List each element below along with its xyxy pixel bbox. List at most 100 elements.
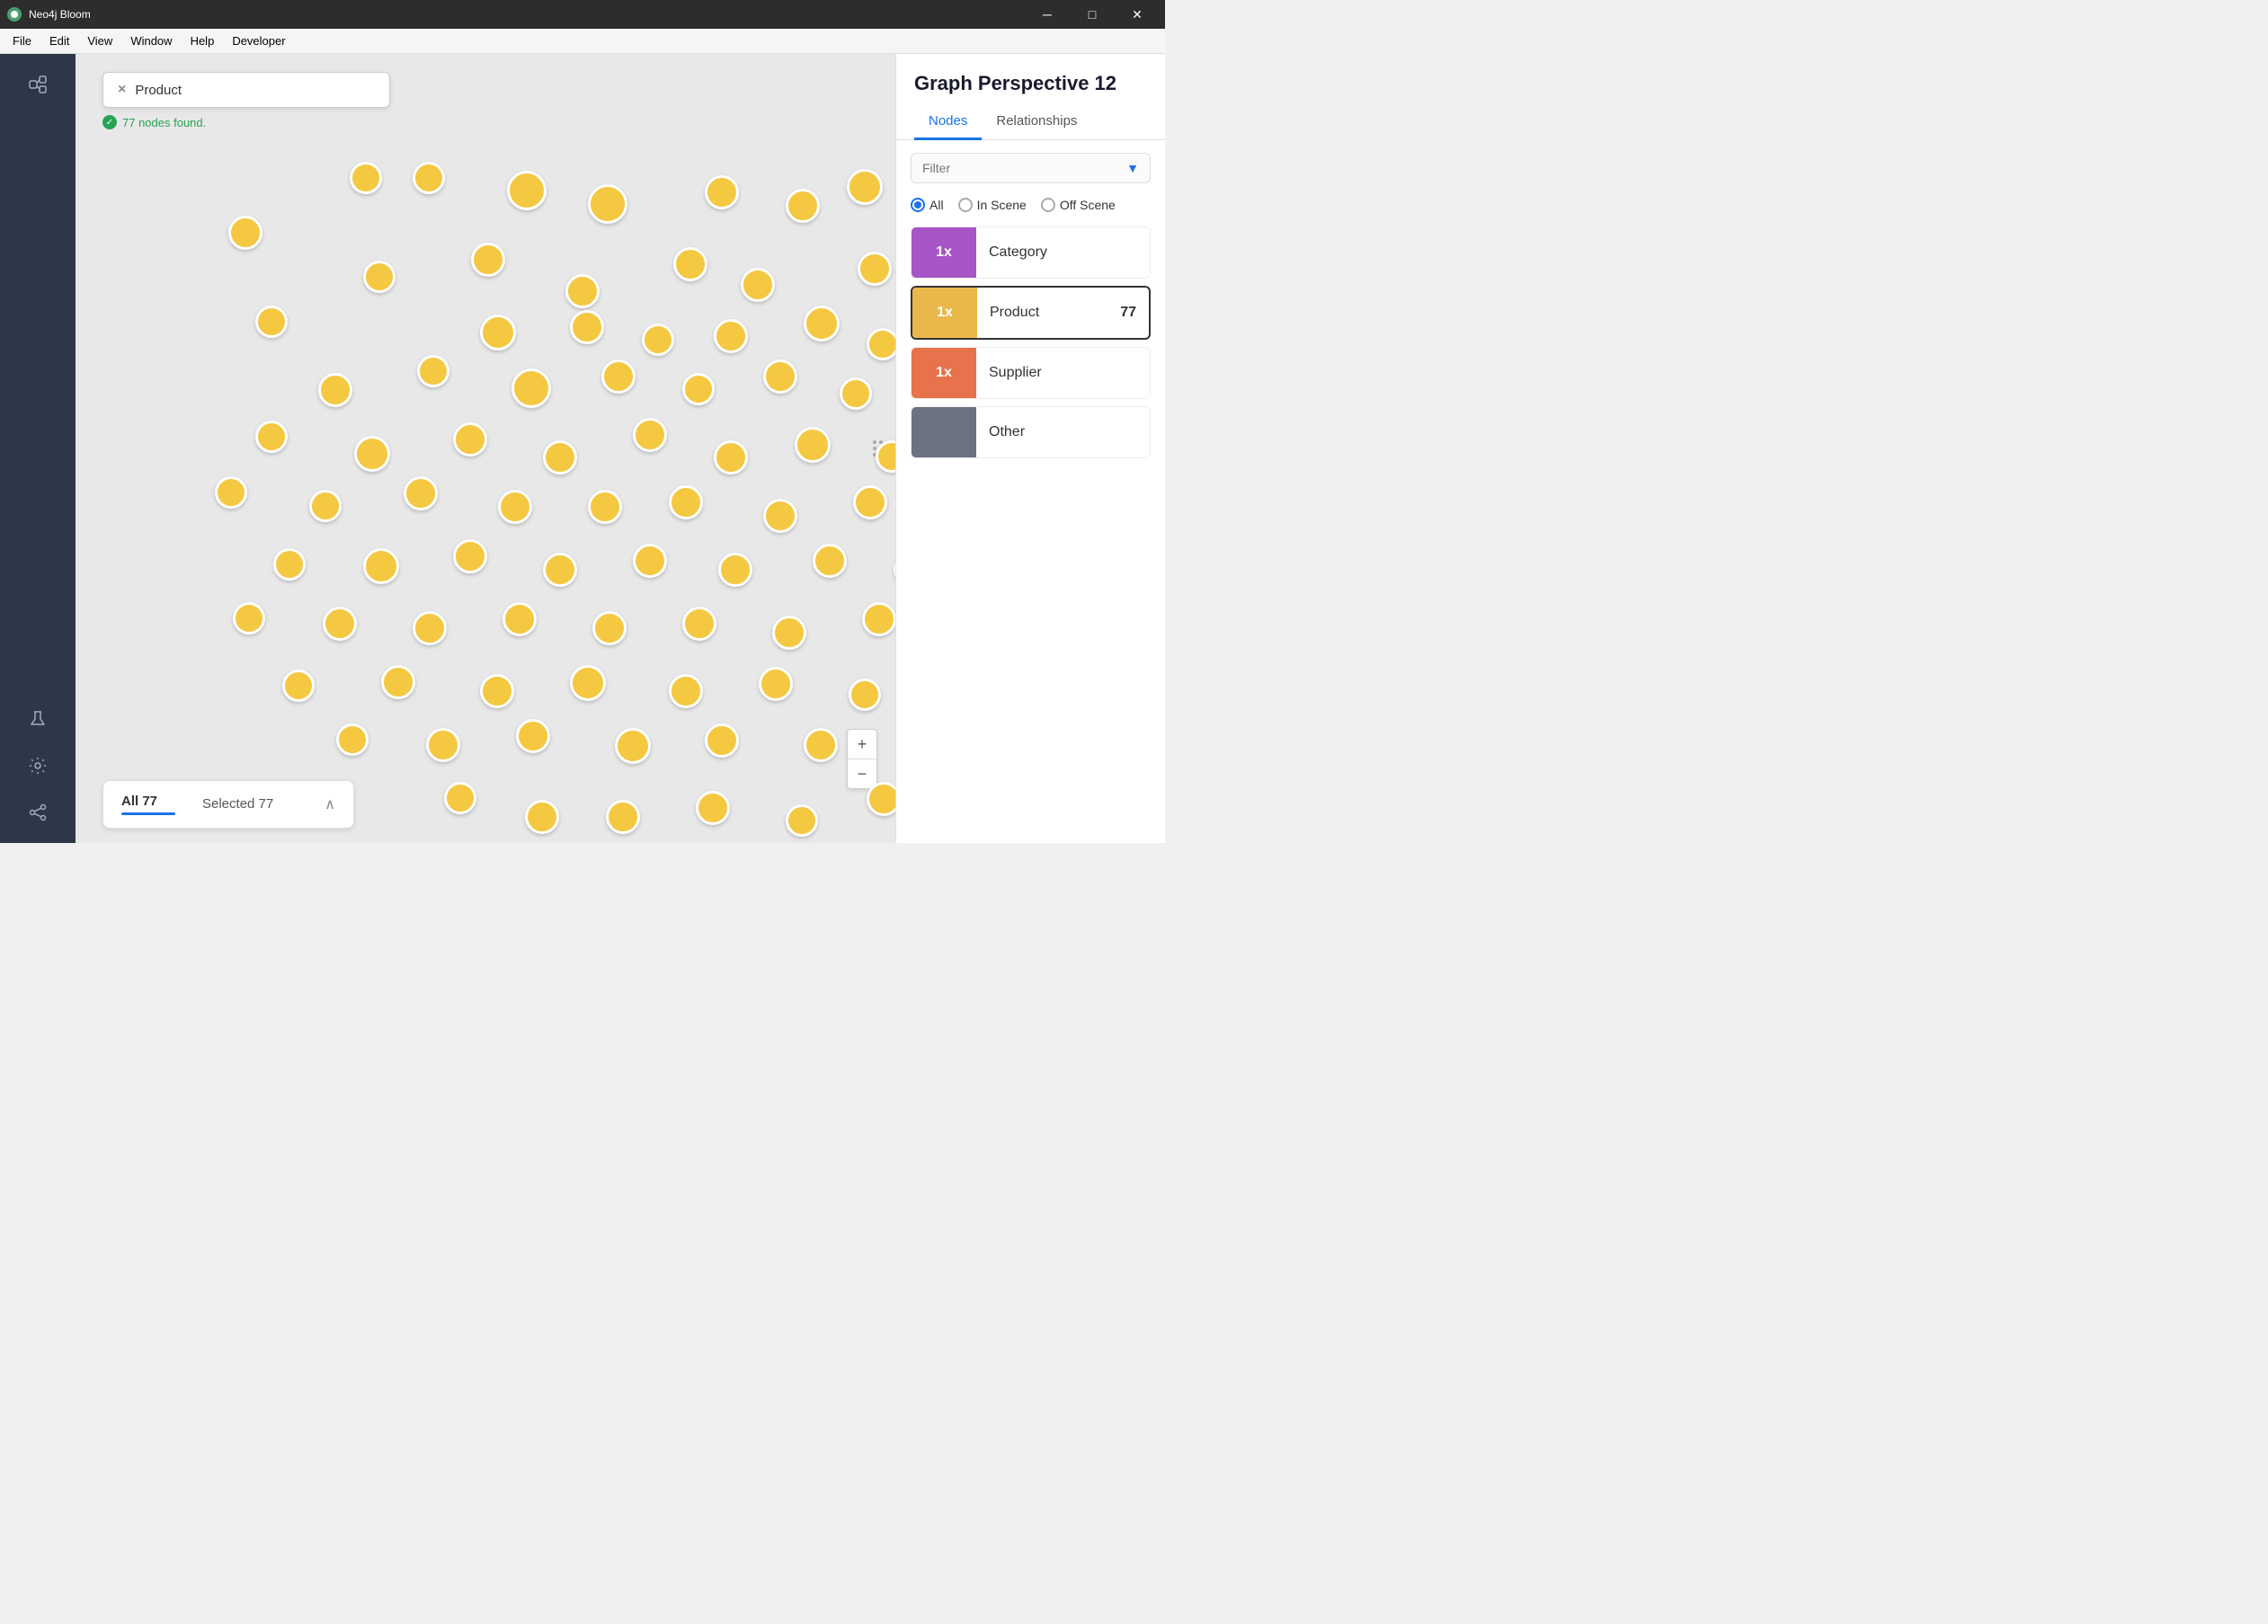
canvas-node[interactable]	[570, 665, 606, 701]
canvas-node[interactable]	[669, 485, 703, 519]
canvas-node[interactable]	[233, 602, 265, 635]
sidebar-icon-share[interactable]	[18, 793, 58, 832]
sidebar-icon-lab[interactable]	[18, 699, 58, 739]
canvas-node[interactable]	[228, 216, 262, 250]
close-button[interactable]: ✕	[1116, 0, 1158, 29]
canvas-node[interactable]	[507, 171, 547, 210]
canvas-node[interactable]	[309, 490, 342, 522]
canvas-node[interactable]	[318, 373, 352, 407]
canvas-node[interactable]	[682, 607, 716, 641]
canvas-node[interactable]	[867, 782, 895, 816]
canvas-node[interactable]	[847, 169, 883, 205]
canvas-node[interactable]	[215, 476, 247, 509]
zoom-out-button[interactable]: −	[848, 759, 876, 788]
filter-input[interactable]	[922, 161, 1126, 175]
canvas-node[interactable]	[601, 359, 636, 394]
canvas-node[interactable]	[682, 373, 715, 405]
canvas-node[interactable]	[543, 553, 577, 587]
node-type-supplier[interactable]: 1x Supplier	[911, 347, 1151, 399]
all-tab[interactable]: All 77	[121, 794, 175, 815]
canvas-node[interactable]	[588, 490, 622, 524]
canvas-node[interactable]	[255, 421, 288, 453]
canvas-node[interactable]	[588, 184, 627, 224]
canvas-node[interactable]	[592, 611, 627, 645]
canvas-node[interactable]	[849, 679, 881, 711]
canvas-area[interactable]: × Product ✓ 77 nodes found. All 77 Selec…	[76, 54, 895, 843]
canvas-node[interactable]	[543, 440, 577, 475]
canvas-node[interactable]	[741, 268, 775, 302]
canvas-node[interactable]	[404, 476, 438, 510]
sidebar-icon-settings[interactable]	[18, 746, 58, 785]
menu-window[interactable]: Window	[121, 31, 181, 51]
canvas-node[interactable]	[323, 607, 357, 641]
canvas-node[interactable]	[894, 553, 895, 587]
menu-help[interactable]: Help	[182, 31, 224, 51]
canvas-node[interactable]	[453, 539, 487, 573]
radio-all[interactable]: All	[911, 198, 944, 212]
canvas-node[interactable]	[705, 175, 739, 209]
canvas-node[interactable]	[444, 782, 476, 814]
canvas-node[interactable]	[503, 602, 537, 636]
canvas-node[interactable]	[565, 274, 600, 308]
canvas-node[interactable]	[615, 728, 651, 764]
node-type-category[interactable]: 1x Category	[911, 226, 1151, 279]
canvas-node[interactable]	[363, 548, 399, 584]
canvas-node[interactable]	[498, 490, 532, 524]
tab-relationships[interactable]: Relationships	[982, 104, 1091, 140]
maximize-button[interactable]: □	[1072, 0, 1113, 29]
panel-chevron[interactable]: ∧	[325, 795, 335, 813]
canvas-node[interactable]	[453, 422, 487, 457]
node-type-other[interactable]: Other	[911, 406, 1151, 458]
canvas-node[interactable]	[714, 319, 748, 353]
canvas-node[interactable]	[511, 368, 551, 408]
menu-edit[interactable]: Edit	[40, 31, 78, 51]
canvas-node[interactable]	[763, 359, 797, 394]
canvas-node[interactable]	[570, 310, 604, 344]
canvas-node[interactable]	[606, 800, 640, 834]
canvas-node[interactable]	[867, 328, 895, 360]
canvas-node[interactable]	[840, 377, 872, 410]
canvas-node[interactable]	[804, 306, 840, 342]
canvas-node[interactable]	[426, 728, 460, 762]
selected-tab[interactable]: Selected 77	[202, 796, 273, 812]
canvas-node[interactable]	[381, 665, 415, 699]
canvas-node[interactable]	[772, 616, 806, 650]
canvas-node[interactable]	[669, 674, 703, 708]
canvas-node[interactable]	[804, 728, 838, 762]
canvas-node[interactable]	[853, 485, 887, 519]
canvas-node[interactable]	[786, 189, 820, 223]
canvas-node[interactable]	[876, 440, 895, 473]
minimize-button[interactable]: ─	[1027, 0, 1068, 29]
canvas-node[interactable]	[633, 544, 667, 578]
canvas-node[interactable]	[480, 315, 516, 351]
radio-in-scene[interactable]: In Scene	[958, 198, 1027, 212]
radio-off-scene[interactable]: Off Scene	[1041, 198, 1116, 212]
canvas-node[interactable]	[786, 804, 818, 837]
tab-nodes[interactable]: Nodes	[914, 104, 982, 140]
zoom-in-button[interactable]: +	[848, 730, 876, 759]
canvas-node[interactable]	[413, 611, 447, 645]
sidebar-icon-graph[interactable]	[18, 65, 58, 104]
canvas-node[interactable]	[354, 436, 390, 472]
canvas-node[interactable]	[714, 440, 748, 475]
canvas-node[interactable]	[813, 544, 847, 578]
canvas-node[interactable]	[795, 427, 831, 463]
canvas-node[interactable]	[525, 800, 559, 834]
canvas-node[interactable]	[763, 499, 797, 533]
canvas-node[interactable]	[718, 553, 752, 587]
canvas-node[interactable]	[336, 723, 369, 756]
canvas-node[interactable]	[696, 791, 730, 825]
canvas-node[interactable]	[413, 162, 445, 194]
canvas-node[interactable]	[642, 324, 674, 356]
canvas-node[interactable]	[673, 247, 707, 281]
canvas-node[interactable]	[705, 723, 739, 758]
canvas-node[interactable]	[759, 667, 793, 701]
search-clear-button[interactable]: ×	[118, 82, 126, 98]
canvas-node[interactable]	[858, 252, 892, 286]
canvas-node[interactable]	[255, 306, 288, 338]
canvas-node[interactable]	[350, 162, 382, 194]
canvas-node[interactable]	[516, 719, 550, 753]
canvas-node[interactable]	[282, 670, 315, 702]
canvas-node[interactable]	[471, 243, 505, 277]
canvas-node[interactable]	[480, 674, 514, 708]
